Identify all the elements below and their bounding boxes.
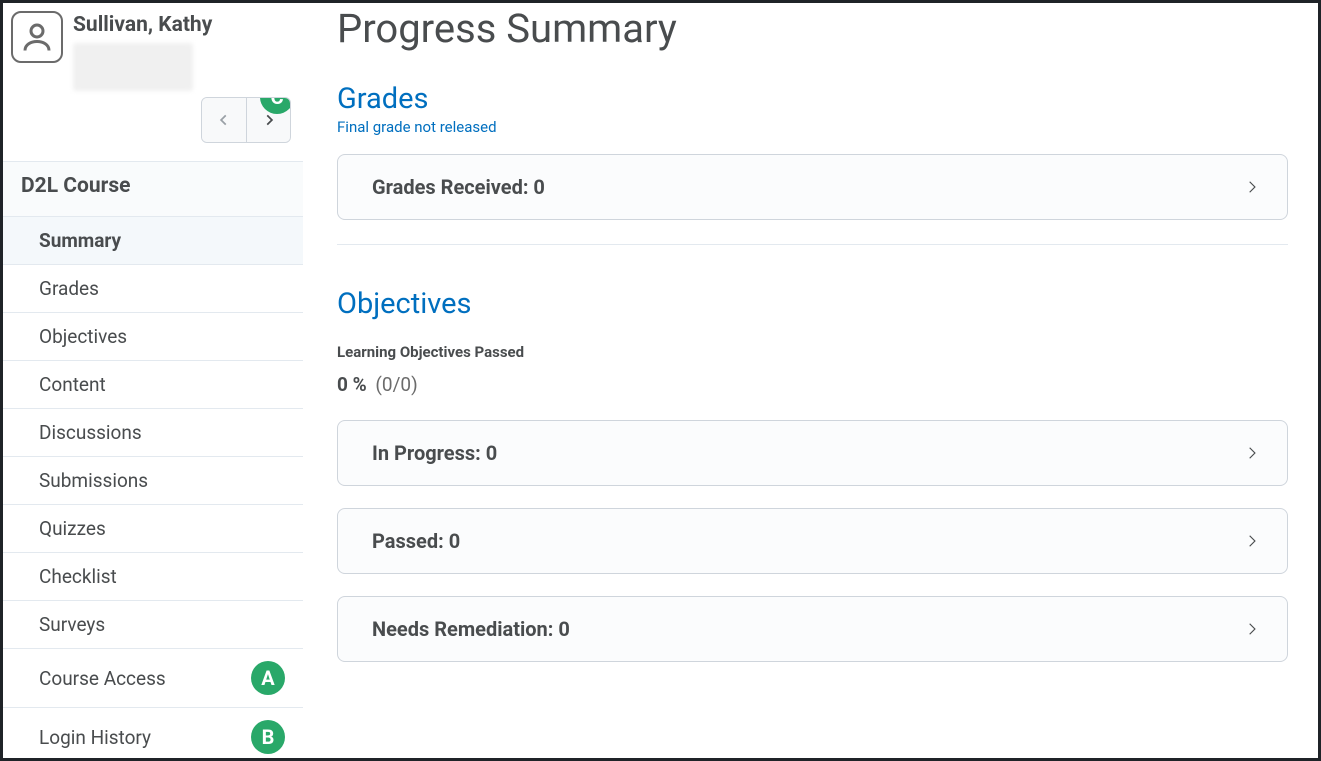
section-divider bbox=[337, 244, 1288, 245]
redacted-block bbox=[73, 43, 193, 91]
card-label: Needs Remediation: 0 bbox=[372, 617, 570, 641]
objectives-sub: Learning Objectives Passed bbox=[337, 343, 1288, 361]
nav-list: Summary Grades Objectives Content Discus… bbox=[3, 216, 303, 761]
nav-item-objectives[interactable]: Objectives bbox=[3, 313, 303, 361]
chevron-right-icon bbox=[1245, 444, 1259, 462]
nav-label: Quizzes bbox=[39, 517, 106, 540]
chevron-right-icon bbox=[1245, 620, 1259, 638]
grades-sub[interactable]: Final grade not released bbox=[337, 118, 1288, 136]
user-block: Sullivan, Kathy bbox=[3, 7, 303, 91]
sidebar: Sullivan, Kathy C D2L Course bbox=[3, 3, 303, 758]
grades-heading[interactable]: Grades bbox=[337, 82, 1288, 116]
avatar bbox=[11, 11, 63, 63]
nav-label: Surveys bbox=[39, 613, 105, 636]
card-label: In Progress: 0 bbox=[372, 441, 497, 465]
nav-item-login-history[interactable]: Login History B bbox=[3, 708, 303, 761]
objectives-stat: 0 % (0/0) bbox=[337, 373, 1288, 396]
nav-item-submissions[interactable]: Submissions bbox=[3, 457, 303, 505]
nav-item-checklist[interactable]: Checklist bbox=[3, 553, 303, 601]
grades-received-card[interactable]: Grades Received: 0 bbox=[337, 154, 1288, 220]
objectives-heading[interactable]: Objectives bbox=[337, 287, 1288, 321]
nav-label: Summary bbox=[39, 229, 121, 252]
nav-label: Course Access bbox=[39, 667, 166, 690]
student-pager: C bbox=[201, 97, 291, 143]
objectives-frac: (0/0) bbox=[375, 373, 417, 396]
objectives-pct: 0 % bbox=[337, 373, 367, 396]
badge-b: B bbox=[251, 720, 285, 754]
page-title: Progress Summary bbox=[337, 5, 1288, 52]
nav-item-discussions[interactable]: Discussions bbox=[3, 409, 303, 457]
passed-card[interactable]: Passed: 0 bbox=[337, 508, 1288, 574]
nav-item-quizzes[interactable]: Quizzes bbox=[3, 505, 303, 553]
nav-label: Content bbox=[39, 373, 106, 396]
needs-remediation-card[interactable]: Needs Remediation: 0 bbox=[337, 596, 1288, 662]
nav-item-grades[interactable]: Grades bbox=[3, 265, 303, 313]
chevron-right-icon bbox=[262, 113, 276, 127]
main-content: Progress Summary Grades Final grade not … bbox=[303, 3, 1318, 758]
nav-item-course-access[interactable]: Course Access A bbox=[3, 649, 303, 708]
prev-student-button[interactable] bbox=[202, 98, 246, 142]
card-label: Grades Received: 0 bbox=[372, 175, 545, 199]
user-name: Sullivan, Kathy bbox=[73, 11, 295, 37]
chevron-right-icon bbox=[1245, 532, 1259, 550]
person-icon bbox=[19, 19, 55, 55]
chevron-right-icon bbox=[1245, 178, 1259, 196]
nav-label: Grades bbox=[39, 277, 99, 300]
nav-item-summary[interactable]: Summary bbox=[3, 216, 303, 265]
nav-label: Checklist bbox=[39, 565, 117, 588]
in-progress-card[interactable]: In Progress: 0 bbox=[337, 420, 1288, 486]
chevron-left-icon bbox=[217, 113, 231, 127]
nav-item-surveys[interactable]: Surveys bbox=[3, 601, 303, 649]
nav-label: Discussions bbox=[39, 421, 142, 444]
nav-label: Login History bbox=[39, 726, 151, 749]
card-label: Passed: 0 bbox=[372, 529, 460, 553]
nav-label: Submissions bbox=[39, 469, 148, 492]
badge-a: A bbox=[251, 661, 285, 695]
nav-item-content[interactable]: Content bbox=[3, 361, 303, 409]
course-header: D2L Course bbox=[3, 161, 303, 216]
nav-label: Objectives bbox=[39, 325, 127, 348]
